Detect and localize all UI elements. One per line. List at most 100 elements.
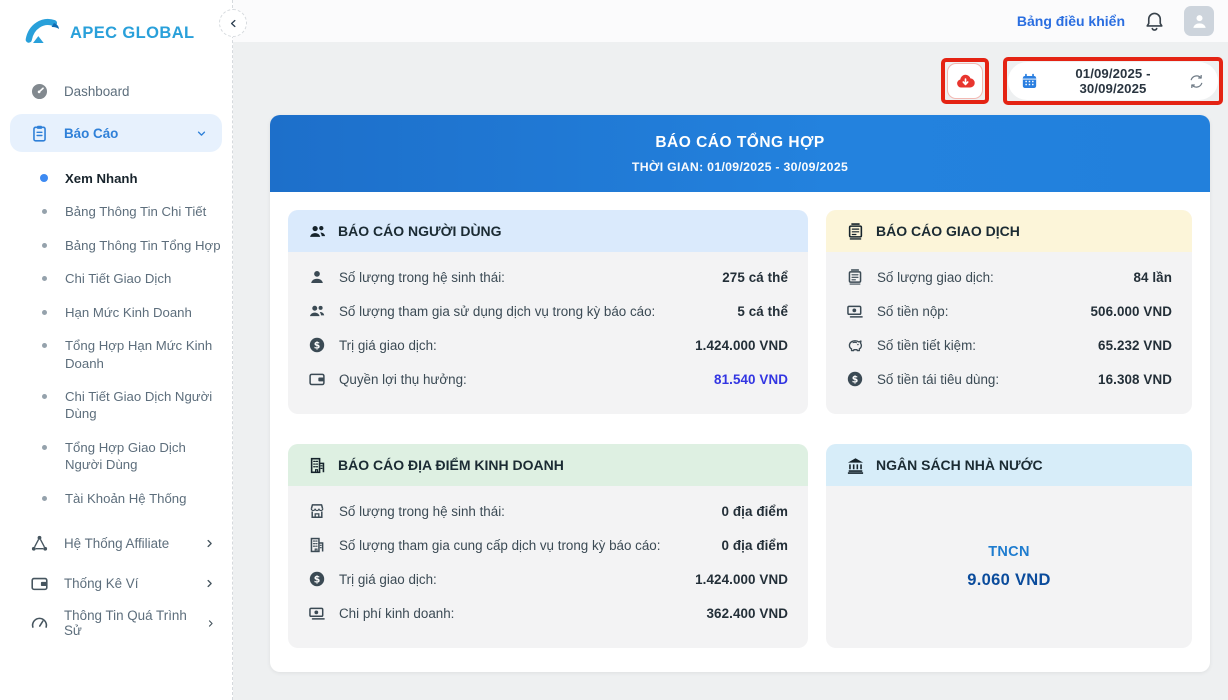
chevron-left-icon <box>227 17 240 30</box>
notification-bell-icon[interactable] <box>1143 10 1166 33</box>
sidebar-subitem-chi-tiet-giao-dich-nguoi-dung[interactable]: Chi Tiết Giao Dịch Người Dùng <box>0 380 232 431</box>
sidebar-subitem-xem-nhanh[interactable]: Xem Nhanh <box>0 162 232 195</box>
card-header: NGÂN SÁCH NHÀ NƯỚC <box>826 444 1192 486</box>
bullet-dot <box>42 309 47 315</box>
report-title: BÁO CÁO TỔNG HỢP <box>655 133 825 151</box>
sidebar-item-thong-ke-vi[interactable]: Thống Kê Ví <box>0 563 232 603</box>
stat-value: 362.400 VND <box>706 605 788 621</box>
sidebar-nav: Dashboard Báo Cáo Xem Nhanh Bảng Thông T… <box>0 72 232 643</box>
avatar[interactable] <box>1184 6 1214 36</box>
stat-row: Số lượng giao dịch: 84 lần <box>846 260 1172 294</box>
report-panel: BÁO CÁO TỔNG HỢP THỜI GIAN: 01/09/2025 -… <box>270 115 1210 672</box>
refresh-icon[interactable] <box>1188 73 1205 90</box>
date-range-picker[interactable]: 01/09/2025 - 30/09/2025 <box>1008 62 1218 100</box>
receipt-icon <box>846 222 865 241</box>
sidebar: APEC GLOBAL Dashboard Báo Cáo Xem Nhanh … <box>0 0 233 700</box>
wallet-icon <box>308 370 326 388</box>
sidebar-subitem-han-muc-kinh-doanh[interactable]: Hạn Mức Kinh Doanh <box>0 296 232 329</box>
sidebar-subitem-tong-hop-han-muc-kinh-doanh[interactable]: Tổng Hợp Hạn Mức Kinh Doanh <box>0 329 232 380</box>
stat-row: Số lượng tham gia sử dụng dịch vụ trong … <box>308 294 788 328</box>
stat-value: 16.308 VND <box>1098 371 1172 387</box>
network-icon <box>30 534 49 553</box>
user-icon <box>1190 12 1209 31</box>
calendar-icon <box>1021 73 1038 90</box>
sidebar-collapse-button[interactable] <box>219 9 247 37</box>
report-banner: BÁO CÁO TỔNG HỢP THỜI GIAN: 01/09/2025 -… <box>270 115 1210 192</box>
stat-value: 0 địa điểm <box>721 537 788 553</box>
stat-row: Số tiền nộp: 506.000 VND <box>846 294 1172 328</box>
bullet-dot <box>42 393 47 399</box>
sidebar-item-dashboard[interactable]: Dashboard <box>0 72 232 110</box>
brand-logo-icon <box>25 19 59 43</box>
tncn-label: TNCN <box>988 544 1030 560</box>
bullet-dot <box>42 343 47 349</box>
highlight-box-date-range: 01/09/2025 - 30/09/2025 <box>1003 57 1223 105</box>
stat-value: 65.232 VND <box>1098 337 1172 353</box>
stat-value: 5 cá thể <box>737 303 788 319</box>
chevron-down-icon <box>195 127 208 140</box>
sidebar-subitem-tai-khoan-he-thong[interactable]: Tài Khoản Hệ Thống <box>0 482 232 515</box>
receipt-icon <box>846 268 864 286</box>
sidebar-item-label: Báo Cáo <box>64 125 119 141</box>
wallet-icon <box>30 574 49 593</box>
gauge-icon <box>30 82 49 101</box>
sidebar-subitem-tong-hop-giao-dich-nguoi-dung[interactable]: Tổng Hợp Giao Dịch Người Dùng <box>0 431 232 482</box>
banknote-icon <box>846 302 864 320</box>
stat-value: 0 địa điểm <box>721 503 788 519</box>
chevron-right-icon <box>203 577 216 590</box>
sidebar-subitem-bang-thong-tin-tong-hop[interactable]: Bảng Thông Tin Tổng Hợp <box>0 229 232 262</box>
stat-row: Chi phí kinh doanh: 362.400 VND <box>308 596 788 630</box>
stat-row: Số lượng trong hệ sinh thái: 0 địa điểm <box>308 494 788 528</box>
report-period: THỜI GIAN: 01/09/2025 - 30/09/2025 <box>631 159 849 174</box>
stat-row: Trị giá giao dịch: 1.424.000 VND <box>308 562 788 596</box>
bullet-dot <box>40 174 48 182</box>
storefront-icon <box>308 502 326 520</box>
highlight-box-export <box>941 58 989 104</box>
date-range-value: 01/09/2025 - 30/09/2025 <box>1075 66 1151 96</box>
export-button[interactable] <box>947 63 983 99</box>
cloud-download-icon <box>955 71 976 92</box>
building-icon <box>308 536 326 554</box>
stat-value: 1.424.000 VND <box>695 571 788 587</box>
report-submenu: Xem Nhanh Bảng Thông Tin Chi Tiết Bảng T… <box>0 156 232 519</box>
card-header: BÁO CÁO NGƯỜI DÙNG <box>288 210 808 252</box>
chevron-right-icon <box>205 617 216 630</box>
stat-value-highlighted: 81.540 VND <box>714 371 788 387</box>
gauge-icon <box>30 614 49 633</box>
sidebar-subitem-chi-tiet-giao-dich[interactable]: Chi Tiết Giao Dịch <box>0 262 232 295</box>
dashboard-link[interactable]: Bảng điều khiển <box>1017 13 1125 29</box>
stat-row: Số tiền tái tiêu dùng: 16.308 VND <box>846 362 1172 396</box>
bullet-dot <box>42 444 47 450</box>
bullet-dot <box>42 242 47 248</box>
stat-row: Số lượng tham gia cung cấp dịch vụ trong… <box>308 528 788 562</box>
report-cards: BÁO CÁO NGƯỜI DÙNG Số lượng trong hệ sin… <box>270 192 1210 666</box>
brand-logo[interactable]: APEC GLOBAL <box>0 0 232 72</box>
sidebar-item-he-thong-affiliate[interactable]: Hệ Thống Affiliate <box>0 523 232 563</box>
main-content: 01/09/2025 - 30/09/2025 BÁO CÁO TỔNG HỢP… <box>233 42 1228 700</box>
stat-row: Số tiền tiết kiệm: 65.232 VND <box>846 328 1172 362</box>
dollar-circle-icon <box>308 336 326 354</box>
brand-name: APEC GLOBAL <box>70 23 195 42</box>
stat-value: 1.424.000 VND <box>695 337 788 353</box>
bullet-dot <box>42 276 47 282</box>
stat-value: 275 cá thể <box>722 269 788 285</box>
topbar: Bảng điều khiển <box>233 0 1228 42</box>
sidebar-item-bao-cao[interactable]: Báo Cáo <box>10 114 222 152</box>
stat-value: 84 lần <box>1133 269 1172 285</box>
tncn-value: 9.060 VND <box>967 571 1051 589</box>
card-user-report: BÁO CÁO NGƯỜI DÙNG Số lượng trong hệ sin… <box>288 210 808 414</box>
users-icon <box>308 222 327 241</box>
card-state-budget: NGÂN SÁCH NHÀ NƯỚC TNCN 9.060 VND <box>826 444 1192 648</box>
card-header: BÁO CÁO GIAO DỊCH <box>826 210 1192 252</box>
users-icon <box>308 302 326 320</box>
sidebar-subitem-bang-thong-tin-chi-tiet[interactable]: Bảng Thông Tin Chi Tiết <box>0 195 232 228</box>
stat-row: Quyền lợi thụ hưởng: 81.540 VND <box>308 362 788 396</box>
sidebar-item-label: Dashboard <box>64 83 130 99</box>
card-header: BÁO CÁO ĐỊA ĐIỂM KINH DOANH <box>288 444 808 486</box>
user-icon <box>308 268 326 286</box>
bullet-dot <box>42 495 47 501</box>
sidebar-item-thong-tin-qua-trinh-su[interactable]: Thông Tin Quá Trình Sử <box>0 603 232 643</box>
stat-row: Trị giá giao dịch: 1.424.000 VND <box>308 328 788 362</box>
stat-value: 506.000 VND <box>1090 303 1172 319</box>
chevron-right-icon <box>203 537 216 550</box>
